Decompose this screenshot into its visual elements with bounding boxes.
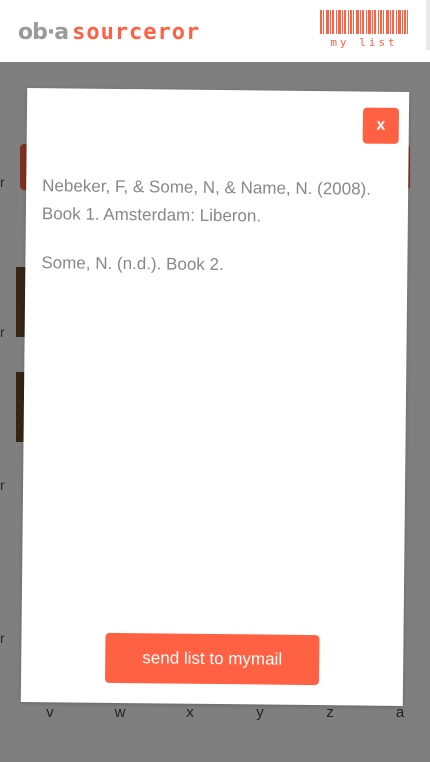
- app-page: ob·a sourceror my list x Nebeker, F, & S…: [0, 0, 430, 762]
- reading-list-modal: x Nebeker, F, & Some, N, & Name, N. (200…: [20, 88, 410, 706]
- barcode-icon: [320, 10, 408, 34]
- citation-list: Nebeker, F, & Some, N, & Name, N. (2008)…: [41, 172, 382, 302]
- scroll-edge: [426, 0, 430, 50]
- header: ob·a sourceror my list: [0, 0, 430, 62]
- logo-mark: ob·a: [18, 19, 69, 45]
- send-list-button[interactable]: send list to mymail: [105, 632, 320, 686]
- my-list-label: my list: [330, 36, 398, 49]
- citation-item: Nebeker, F, & Some, N, & Name, N. (2008)…: [41, 176, 372, 226]
- my-list-button[interactable]: my list: [320, 10, 408, 50]
- logo-wordmark: sourceror: [72, 19, 201, 45]
- citation-item: Some, N. (n.d.). Book 2.: [41, 253, 224, 275]
- logo[interactable]: ob·a sourceror: [18, 19, 201, 45]
- close-button[interactable]: x: [362, 107, 400, 144]
